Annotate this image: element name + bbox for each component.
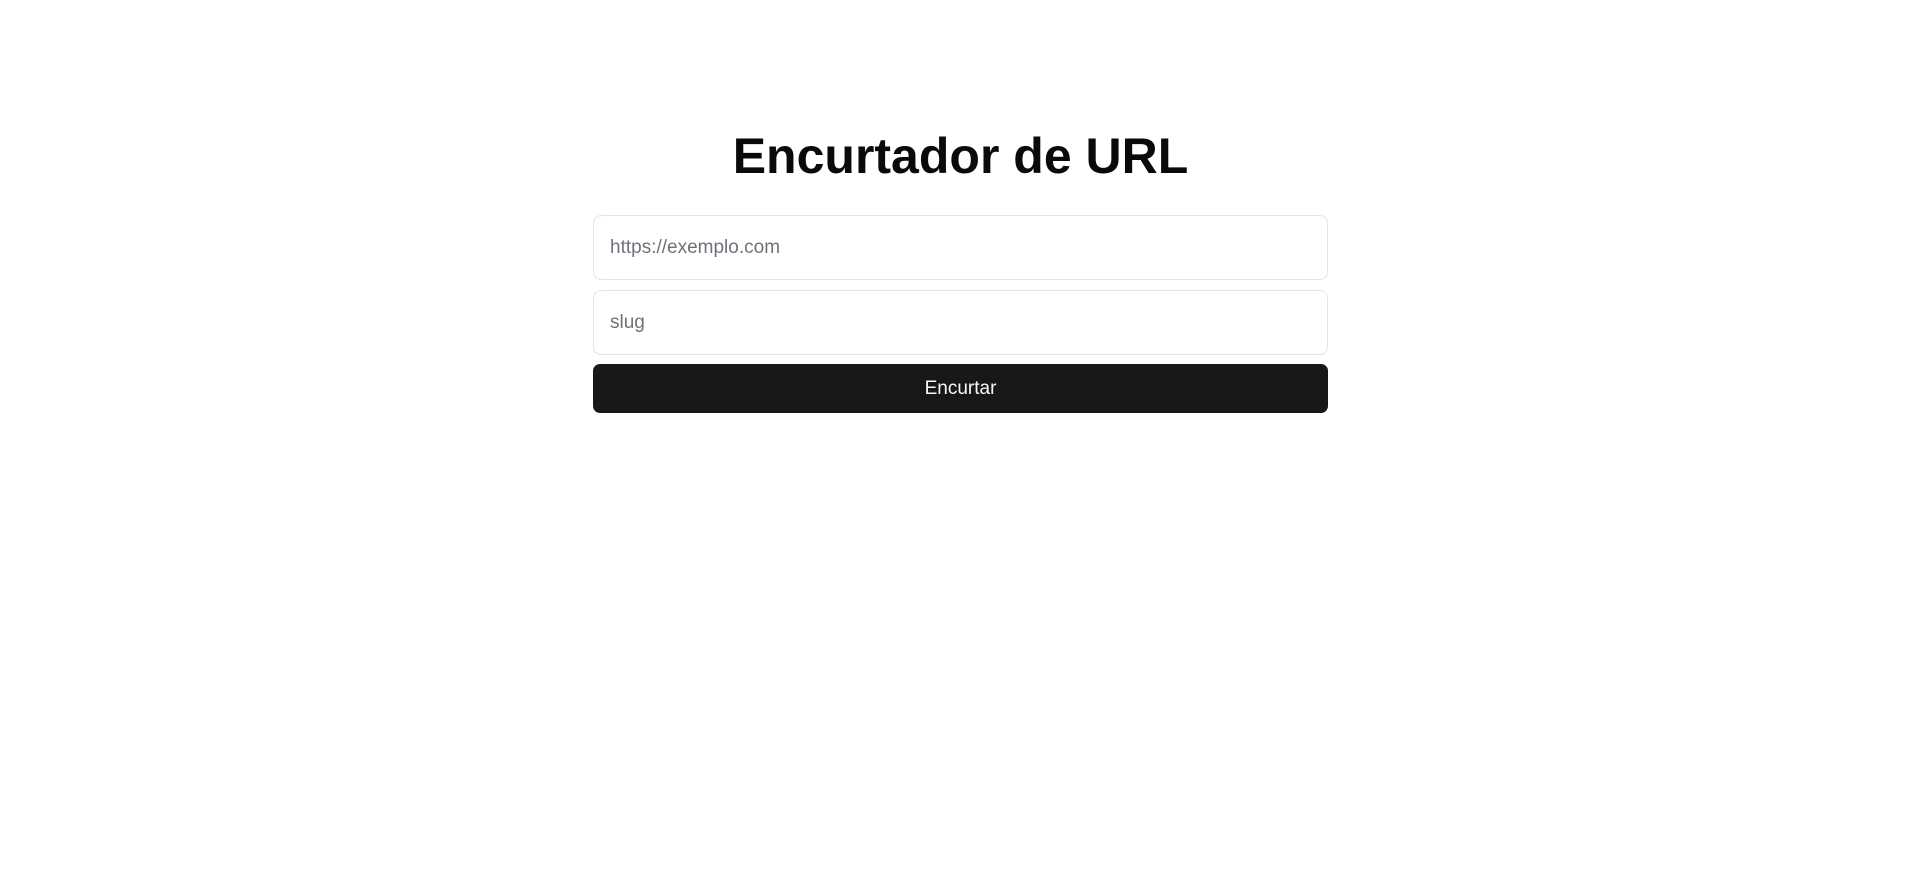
url-input[interactable]: [593, 215, 1328, 280]
page: Encurtador de URL Encurtar: [0, 0, 1920, 889]
slug-input[interactable]: [593, 290, 1328, 355]
page-title: Encurtador de URL: [732, 128, 1189, 184]
shorten-button[interactable]: Encurtar: [593, 364, 1328, 413]
shortener-form: Encurtar: [593, 215, 1328, 413]
